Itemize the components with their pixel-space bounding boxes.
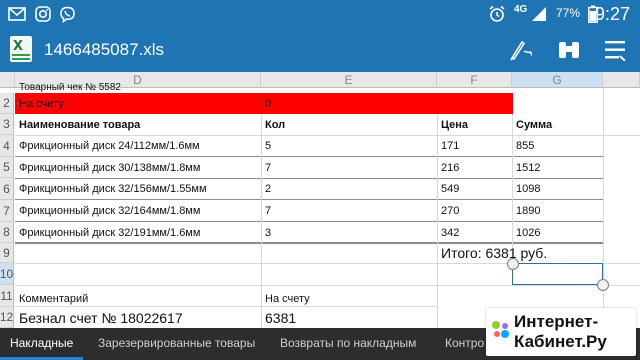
row-header[interactable]: 10 <box>0 263 14 285</box>
watermark-line-1: Интернет- <box>514 312 599 331</box>
column-header-e[interactable]: E <box>261 72 437 88</box>
status-bar: 4G 77% 9:27 <box>0 0 640 28</box>
item-qty[interactable]: 2 <box>261 178 271 200</box>
tab-invoice-returns[interactable]: Возвраты по накладным <box>270 328 426 360</box>
row-header[interactable]: 3 <box>0 114 14 135</box>
comment-label[interactable]: Комментарий <box>15 285 88 307</box>
row-header[interactable]: 6 <box>0 178 14 200</box>
item-sum[interactable]: 1512 <box>512 157 540 178</box>
balance-value[interactable]: 0 <box>261 93 271 114</box>
battery-level: 77% <box>556 6 581 20</box>
item-qty[interactable]: 3 <box>261 222 271 243</box>
item-price[interactable]: 549 <box>437 178 459 200</box>
selected-cell[interactable] <box>512 263 603 285</box>
app-bar: X 1466485087.xls <box>0 28 640 72</box>
item-price[interactable]: 171 <box>437 135 459 157</box>
balance-label[interactable]: На счету: <box>15 93 67 114</box>
item-sum[interactable]: 855 <box>512 135 534 157</box>
item-price[interactable]: 342 <box>437 222 459 243</box>
row-header[interactable]: 2 <box>0 93 14 114</box>
edit-icon[interactable] <box>506 36 536 64</box>
selection-handle-start[interactable] <box>507 258 519 270</box>
row-header[interactable]: 11 <box>0 285 14 307</box>
column-header-f[interactable]: F <box>437 72 512 88</box>
row-header[interactable]: 7 <box>0 200 14 222</box>
clock: 9:27 <box>594 4 630 24</box>
instagram-icon <box>34 5 52 23</box>
item-name[interactable]: Фрикционный диск 30/138мм/1.8мм <box>15 157 200 178</box>
watermark: Интернет- Кабинет.Ру <box>486 308 636 356</box>
row-header[interactable]: 9 <box>0 243 14 263</box>
item-name[interactable]: Фрикционный диск 32/164мм/1.8мм <box>15 200 200 222</box>
excel-file-icon: X <box>10 36 32 62</box>
item-name[interactable]: Фрикционный диск 32/191мм/1.6мм <box>15 222 200 243</box>
header-name[interactable]: Наименование товара <box>15 114 140 135</box>
header-sum[interactable]: Сумма <box>512 114 552 135</box>
row-header[interactable]: 8 <box>0 222 14 243</box>
network-type: 4G <box>514 4 528 15</box>
partial-row-text: Товарный чек № 5582 <box>19 83 121 93</box>
item-price[interactable]: 216 <box>437 157 459 178</box>
item-name[interactable]: Фрикционный диск 24/112мм/1.6мм <box>15 135 200 157</box>
selection-handle-end[interactable] <box>597 279 609 291</box>
corner-header <box>0 72 15 88</box>
binoculars-icon[interactable] <box>554 36 584 64</box>
row-header[interactable]: 5 <box>0 157 14 178</box>
item-name[interactable]: Фрикционный диск 32/156мм/1.55мм <box>15 178 207 200</box>
column-header-g[interactable]: G <box>512 72 603 88</box>
menu-icon[interactable] <box>600 36 630 64</box>
tab-reserved-goods[interactable]: Зарезервированные товары <box>88 328 265 360</box>
signal-icon <box>530 5 548 23</box>
alarm-icon <box>488 5 506 23</box>
spreadsheet-grid[interactable]: D E F G Товарный чек № 5582 2 3 4 5 6 7 … <box>0 72 640 328</box>
file-name: 1466485087.xls <box>44 40 165 59</box>
item-sum[interactable]: 1890 <box>512 200 540 222</box>
viber-icon <box>58 5 76 23</box>
item-qty[interactable]: 7 <box>261 157 271 178</box>
account-value[interactable]: 6381 <box>261 307 296 328</box>
account-label[interactable]: На счету <box>261 285 310 307</box>
row-header[interactable]: 12 <box>0 307 14 328</box>
comment-value[interactable]: Безнал счет № 18022617 <box>15 307 183 328</box>
tab-invoices[interactable]: Накладные <box>0 328 84 360</box>
item-sum[interactable]: 1098 <box>512 178 540 200</box>
watermark-logo-icon <box>492 321 509 338</box>
row-header[interactable]: 4 <box>0 135 14 157</box>
item-qty[interactable]: 7 <box>261 200 271 222</box>
item-sum[interactable]: 1026 <box>512 222 540 243</box>
total-text[interactable]: Итого: 6381 руб. <box>437 243 547 263</box>
header-price[interactable]: Цена <box>437 114 468 135</box>
header-qty[interactable]: Кол <box>261 114 285 135</box>
mail-icon <box>8 5 26 23</box>
item-qty[interactable]: 5 <box>261 135 271 157</box>
watermark-line-2: Кабинет.Ру <box>514 332 607 351</box>
item-price[interactable]: 270 <box>437 200 459 222</box>
column-header-h[interactable] <box>603 72 640 88</box>
